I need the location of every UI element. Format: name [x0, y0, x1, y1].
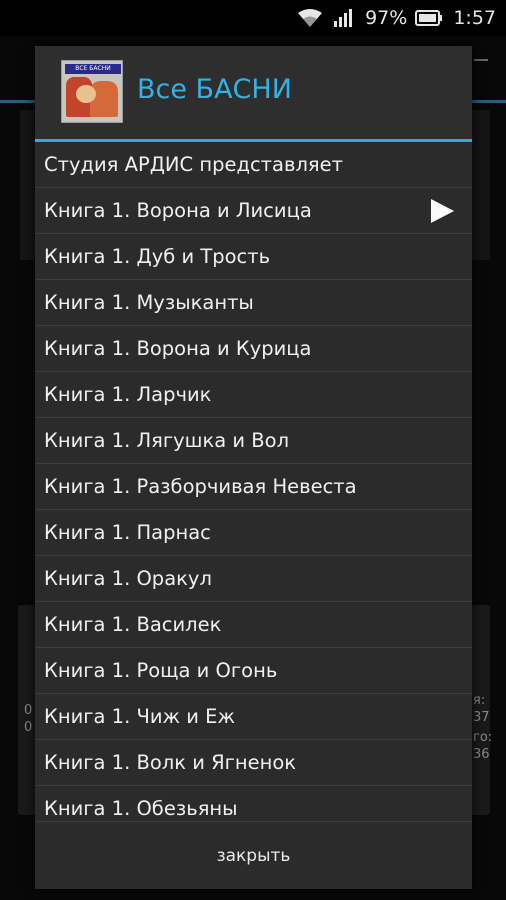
wifi-icon — [297, 8, 323, 28]
dialog-title: Все БАСНИ — [137, 74, 292, 105]
background-text: 36 — [473, 747, 490, 762]
close-button[interactable]: закрыть — [187, 836, 321, 876]
status-bar: 97% 1:57 — [0, 0, 506, 36]
track-list-item[interactable]: Студия АРДИС представляет — [35, 142, 472, 188]
signal-icon — [333, 8, 355, 28]
clock: 1:57 — [453, 7, 496, 29]
overflow-menu-icon — [474, 59, 488, 61]
track-label: Книга 1. Разборчивая Невеста — [44, 475, 357, 498]
play-icon — [431, 199, 454, 223]
background-text: 37 — [473, 710, 490, 725]
track-list-item[interactable]: Книга 1. Чиж и Еж — [35, 694, 472, 740]
track-label: Студия АРДИС представляет — [44, 153, 344, 176]
track-label: Книга 1. Ворона и Лисица — [44, 199, 312, 222]
track-list-item[interactable]: Книга 1. Ларчик — [35, 372, 472, 418]
background-text: 0 — [24, 703, 33, 718]
track-label: Книга 1. Оракул — [44, 567, 212, 590]
track-label: Книга 1. Ларчик — [44, 383, 212, 406]
track-list-item[interactable]: Книга 1. Роща и Огонь — [35, 648, 472, 694]
track-list-item[interactable]: Книга 1. Лягушка и Вол — [35, 418, 472, 464]
track-label: Книга 1. Роща и Огонь — [44, 659, 278, 682]
cover-title: ВСЕ БАСНИ — [65, 64, 121, 74]
battery-percent: 97% — [365, 7, 408, 29]
track-label: Книга 1. Василек — [44, 613, 222, 636]
track-list-dialog: ВСЕ БАСНИ Все БАСНИ Студия АРДИС предста… — [35, 46, 472, 889]
dialog-header: ВСЕ БАСНИ Все БАСНИ — [35, 46, 472, 139]
track-list-item[interactable]: Книга 1. Ворона и Лисица — [35, 188, 472, 234]
track-list-item[interactable]: Книга 1. Разборчивая Невеста — [35, 464, 472, 510]
track-list[interactable]: Студия АРДИС представляет Книга 1. Ворона… — [35, 142, 472, 821]
track-list-item[interactable]: Книга 1. Волк и Ягненок — [35, 740, 472, 786]
track-list-item[interactable]: Книга 1. Дуб и Трость — [35, 234, 472, 280]
book-cover-image: ВСЕ БАСНИ — [61, 60, 123, 123]
track-list-item[interactable]: Книга 1. Оракул — [35, 556, 472, 602]
dialog-footer: закрыть — [35, 821, 472, 889]
background-text: я: — [473, 693, 486, 708]
track-label: Книга 1. Чиж и Еж — [44, 705, 236, 728]
battery-icon — [415, 10, 443, 26]
track-label: Книга 1. Парнас — [44, 521, 211, 544]
track-label: Книга 1. Лягушка и Вол — [44, 429, 290, 452]
track-list-item[interactable]: Книга 1. Василек — [35, 602, 472, 648]
background-text: го: — [473, 730, 493, 745]
track-list-item[interactable]: Книга 1. Обезьяны — [35, 786, 472, 821]
track-label: Книга 1. Ворона и Курица — [44, 337, 312, 360]
track-label: Книга 1. Музыканты — [44, 291, 254, 314]
track-label: Книга 1. Дуб и Трость — [44, 245, 271, 268]
track-list-item[interactable]: Книга 1. Музыканты — [35, 280, 472, 326]
track-list-item[interactable]: Книга 1. Ворона и Курица — [35, 326, 472, 372]
track-label: Книга 1. Обезьяны — [44, 797, 238, 820]
track-list-item[interactable]: Книга 1. Парнас — [35, 510, 472, 556]
track-label: Книга 1. Волк и Ягненок — [44, 751, 297, 774]
background-text: 0 — [24, 720, 33, 735]
